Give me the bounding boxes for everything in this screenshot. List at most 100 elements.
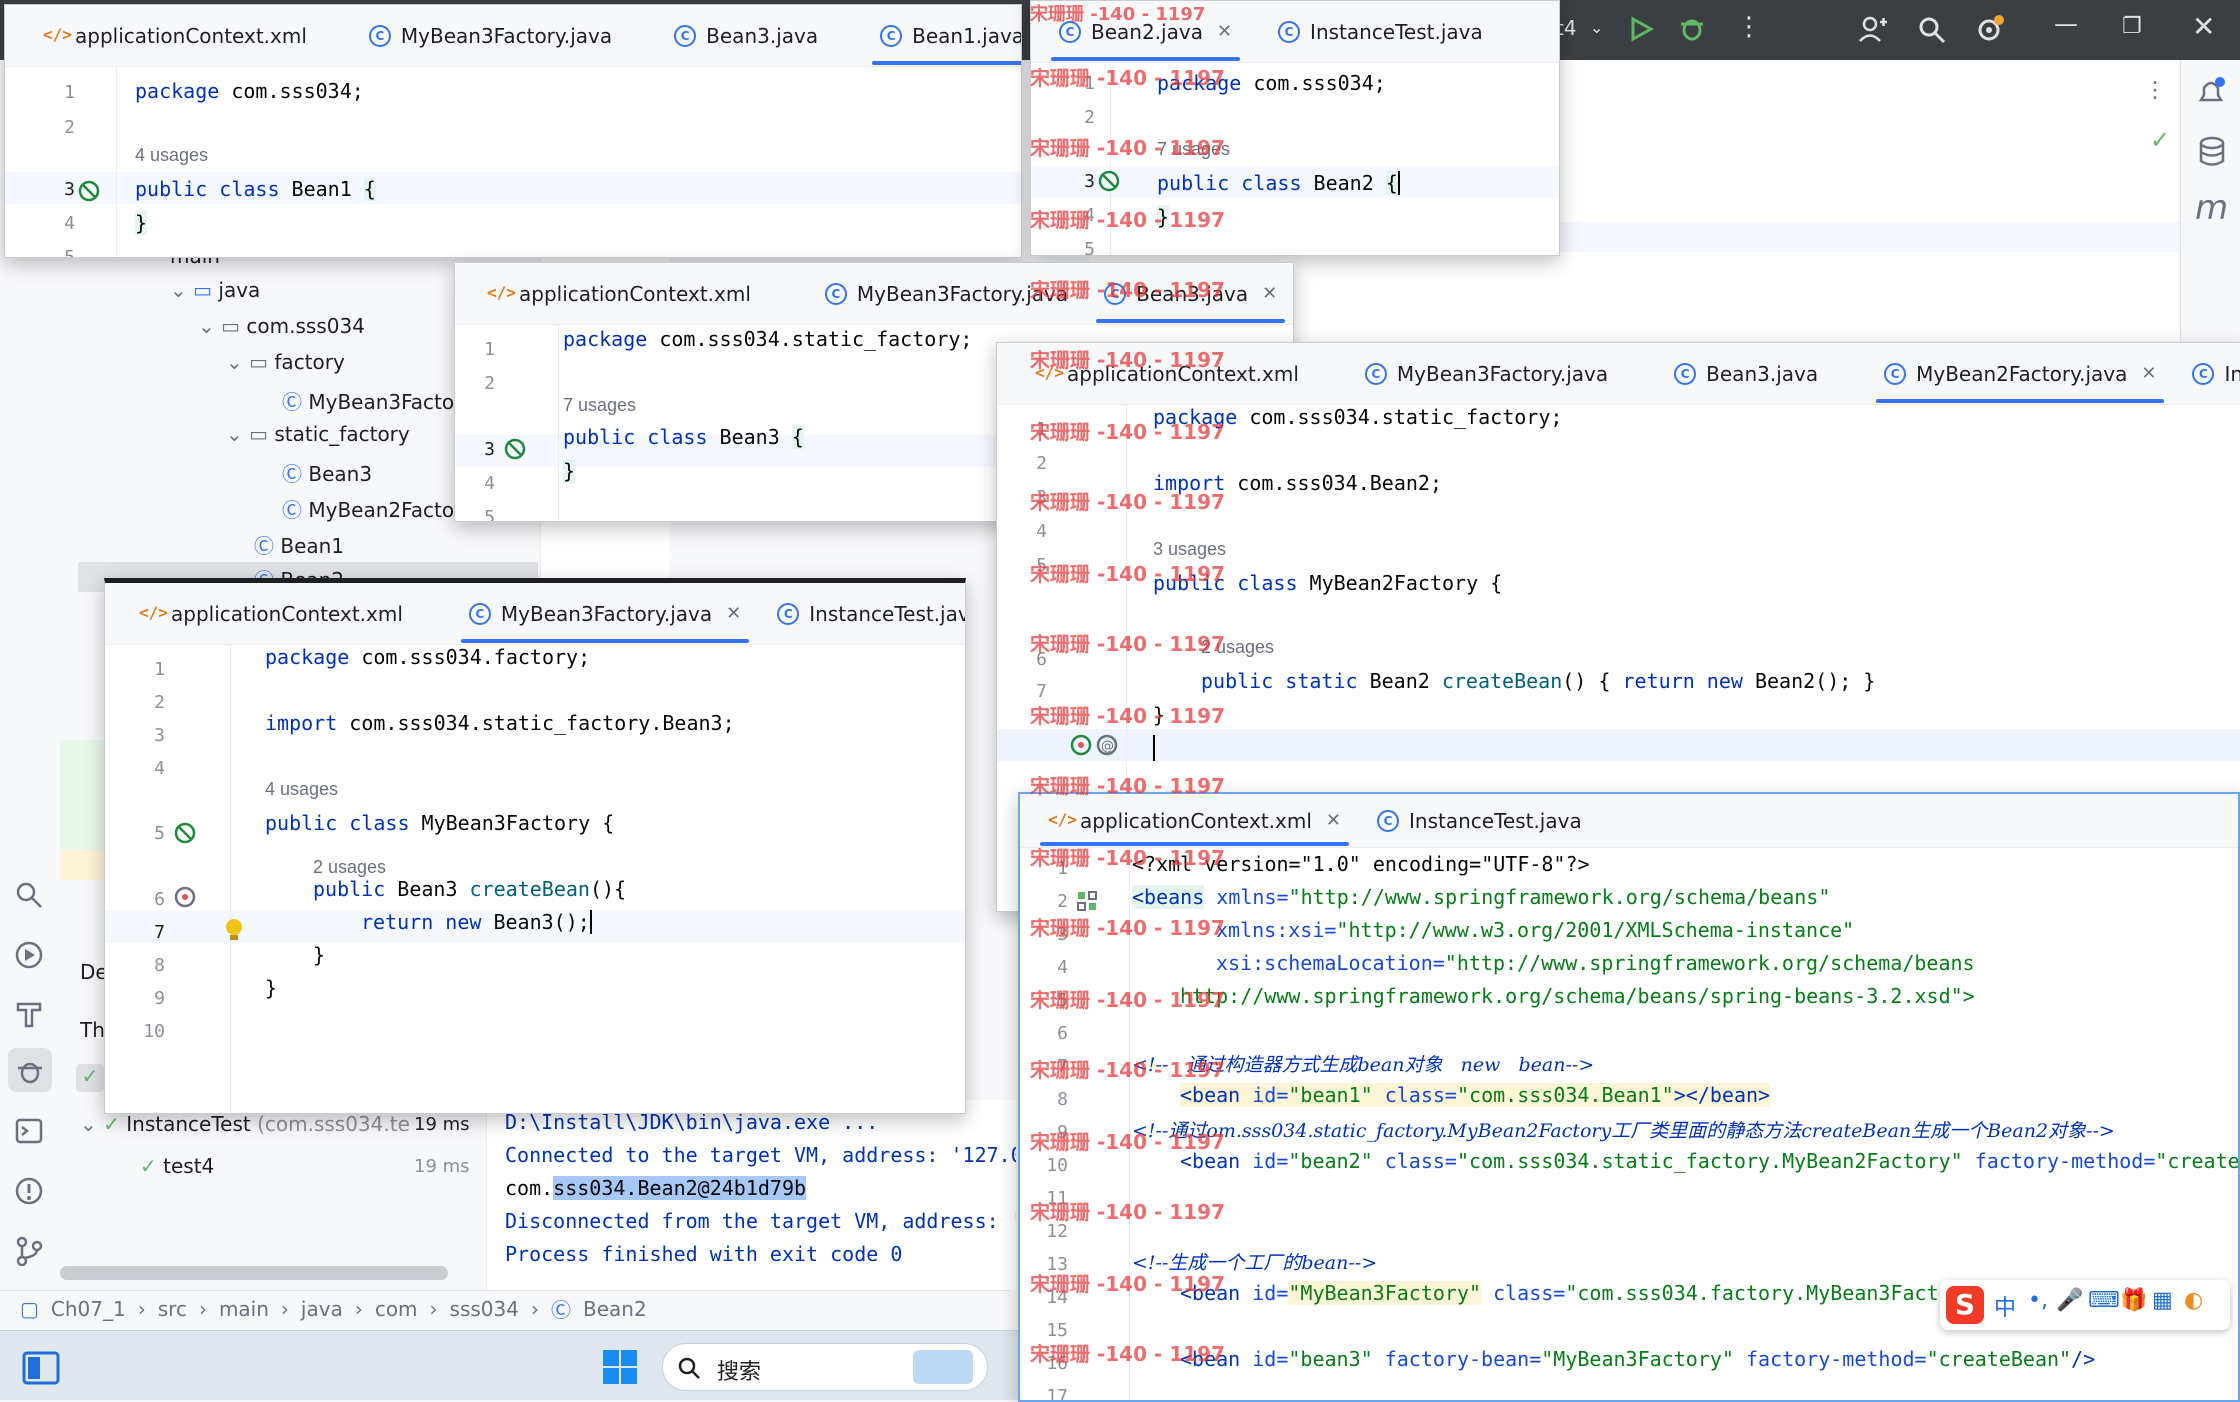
tree-item-static-factory[interactable]: ⌄ ▭ static_factory [226,422,410,446]
database-icon[interactable] [2197,136,2227,168]
bean-method-icon[interactable] [173,885,197,909]
tree-item-bean1[interactable]: Ⓒ Bean1 [254,530,344,559]
breadcrumb-item[interactable]: Bean2 [583,1297,647,1321]
tab-instancetest[interactable]: C InstanceTest.java [1359,794,1600,848]
taskbar-search[interactable]: 搜索 [662,1343,988,1391]
code-line[interactable]: import com.sss034.Bean2; [1153,471,1442,495]
xml-line-3[interactable]: xmlns:xsi="http://www.w3.org/2001/XMLSch… [1216,918,1854,942]
notifications-icon[interactable] [2195,76,2227,108]
xml-line-4[interactable]: xsi:schemaLocation="http://www.springfra… [1216,951,1975,975]
tab-mybean3factory[interactable]: C MyBean3Factory.java [807,263,1086,325]
terminal-icon[interactable] [14,1116,44,1146]
settings-icon[interactable] [1974,14,2006,46]
code-line[interactable]: } [313,943,325,967]
tree-item-java[interactable]: ⌄ ▭ java [170,278,260,302]
tab-bean3[interactable]: C Bean3.java [1656,343,1836,405]
run-icon[interactable] [1628,16,1654,42]
code-line[interactable]: } [135,211,148,235]
tab-application-context[interactable]: </> applicationContext.xml ✕ [1030,794,1359,848]
xml-comment-2[interactable]: <!--通过om.sss034.static_factory.MyBean2Fa… [1132,1116,2115,1143]
editor-more-icon[interactable]: ⋮ [2144,78,2166,103]
breadcrumb-item[interactable]: sss034 [450,1297,519,1321]
code-line[interactable]: } [563,459,576,483]
tab-bean2[interactable]: C Bean2.java ✕ [1041,1,1250,63]
code-line[interactable]: } [1153,703,1165,727]
no-usages-icon[interactable] [503,437,527,461]
tab-application-context[interactable]: </> applicationContext.xml [121,583,421,645]
ime-toolbar[interactable]: S 中 •, 🎤 ⌨ 🎁 ▦ ◐ [1940,1280,2230,1330]
usages-hint[interactable]: 7 usages [563,395,636,416]
code-line[interactable]: package com.sss034.static_factory; [563,327,972,351]
xml-line-14[interactable]: <bean id="MyBean3Factory" class="com.sss… [1180,1281,2011,1305]
tab-bean1[interactable]: CBean1.java✕ [862,5,1021,67]
code-line[interactable]: package com.sss034.factory; [265,645,590,669]
code-line[interactable]: public Bean3 createBean(){ [313,877,626,901]
usages-hint[interactable]: 2 usages [313,857,386,878]
xml-comment-1[interactable]: <!-- 通过构造器方式生成bean对象 new bean--> [1132,1050,1594,1077]
code-line[interactable]: public class Bean1 { [135,177,376,201]
lightbulb-icon[interactable] [223,917,245,943]
usages-hint[interactable]: 2 usages [1201,637,1274,658]
code-line[interactable]: package com.sss034; [135,79,364,103]
xml-line-2[interactable]: <beans xmlns="http://www.springframework… [1132,885,1830,909]
xml-line-16[interactable]: <bean id="bean3" factory-bean="MyBean3Fa… [1180,1347,2095,1371]
usages-hint[interactable]: 4 usages [265,779,338,800]
test-pass-icon[interactable]: ✓ [76,1064,104,1092]
tab-mybean3factory[interactable]: C MyBean3Factory.java [351,5,630,67]
code-line[interactable]: return new Bean3(); [361,910,592,934]
at-annotation-icon[interactable]: @ [1095,733,1119,757]
code-line[interactable]: } [265,976,277,1000]
close-tab-icon[interactable]: ✕ [1217,21,1232,42]
build-icon[interactable] [14,998,44,1028]
git-icon[interactable] [14,1236,44,1266]
tab-instancetest[interactable]: C InstanceTest.java [1260,1,1501,63]
ime-grid-icon[interactable]: ▦ [2152,1288,2173,1313]
code-line[interactable]: public class MyBean2Factory { [1153,571,1502,595]
close-tab-icon[interactable]: ✕ [1326,810,1341,831]
xml-comment-3[interactable]: <!--生成一个工厂的bean--> [1132,1248,1377,1275]
ime-skin-icon[interactable]: ◐ [2184,1288,2203,1313]
windows-start-icon[interactable] [602,1349,638,1385]
no-usages-icon[interactable] [1097,169,1121,193]
breadcrumb-item[interactable]: Ch07_1 [51,1297,126,1321]
breadcrumb-item[interactable]: java [301,1297,343,1321]
add-user-icon[interactable] [1858,14,1888,44]
no-usages-icon[interactable] [173,821,197,845]
close-tab-icon[interactable]: ✕ [2141,363,2156,384]
close-tab-icon[interactable]: ✕ [726,603,741,624]
xml-line-5[interactable]: http://www.springframework.org/schema/be… [1180,984,1975,1008]
usages-hint[interactable]: 4 usages [135,145,208,166]
tree-item-mybean2factory[interactable]: Ⓒ MyBean2Factor [282,494,462,523]
problems-icon[interactable] [14,1176,44,1206]
tab-bean3[interactable]: C Bean3.java ✕ [1086,263,1293,325]
console-line-3[interactable]: com.sss034.Bean2@24b1d79b [505,1176,807,1200]
no-usages-icon[interactable] [77,179,101,203]
breadcrumb-item[interactable]: com [375,1297,418,1321]
tree-item-mybean3factory[interactable]: Ⓒ MyBean3Factor [282,386,462,415]
code-line[interactable]: public class Bean3 { [563,425,804,449]
test-class-row[interactable]: ⌄ ✓ InstanceTest (com.sss034.te [80,1112,466,1136]
tab-mybean3factory[interactable]: C MyBean3Factory.java [1347,343,1626,405]
debug-icon[interactable] [1678,14,1706,42]
code-line[interactable]: public class Bean2 { [1157,171,1400,195]
chevron-down-icon[interactable]: ⌄ [1590,18,1603,37]
ime-mode[interactable]: 中 [1994,1290,2016,1322]
horizontal-scrollbar[interactable] [60,1266,448,1280]
code-line[interactable]: package com.sss034.static_factory; [1153,405,1562,429]
tab-mybean2factory[interactable]: C MyBean2Factory.java ✕ [1866,343,2174,405]
ime-gift-icon[interactable]: 🎁 [2120,1288,2147,1313]
code-line[interactable]: package com.sss034; [1157,71,1386,95]
tab-instancetest[interactable]: CInstanceT [2174,343,2240,405]
tab-instancetest[interactable]: C InstanceTest.java [759,583,965,645]
tree-item-package[interactable]: ⌄ ▭ com.sss034 [198,314,365,338]
usages-hint[interactable]: 3 usages [1153,539,1226,560]
tree-item-bean3[interactable]: Ⓒ Bean3 [282,458,372,487]
xml-line-8[interactable]: <bean id="bean1" class="com.sss034.Bean1… [1180,1083,1771,1107]
tab-application-context[interactable]: </> applicationContext.xml [1017,343,1317,405]
tab-application-context[interactable]: </> applicationContext.xml [25,5,325,67]
search-icon[interactable] [1918,16,1946,44]
close-tab-icon[interactable]: ✕ [1262,283,1277,304]
tab-application-context[interactable]: </> applicationContext.xml [469,263,769,325]
ime-logo-icon[interactable]: S [1946,1286,1984,1324]
xml-line-10[interactable]: <bean id="bean2" class="com.sss034.stati… [1180,1149,2238,1173]
